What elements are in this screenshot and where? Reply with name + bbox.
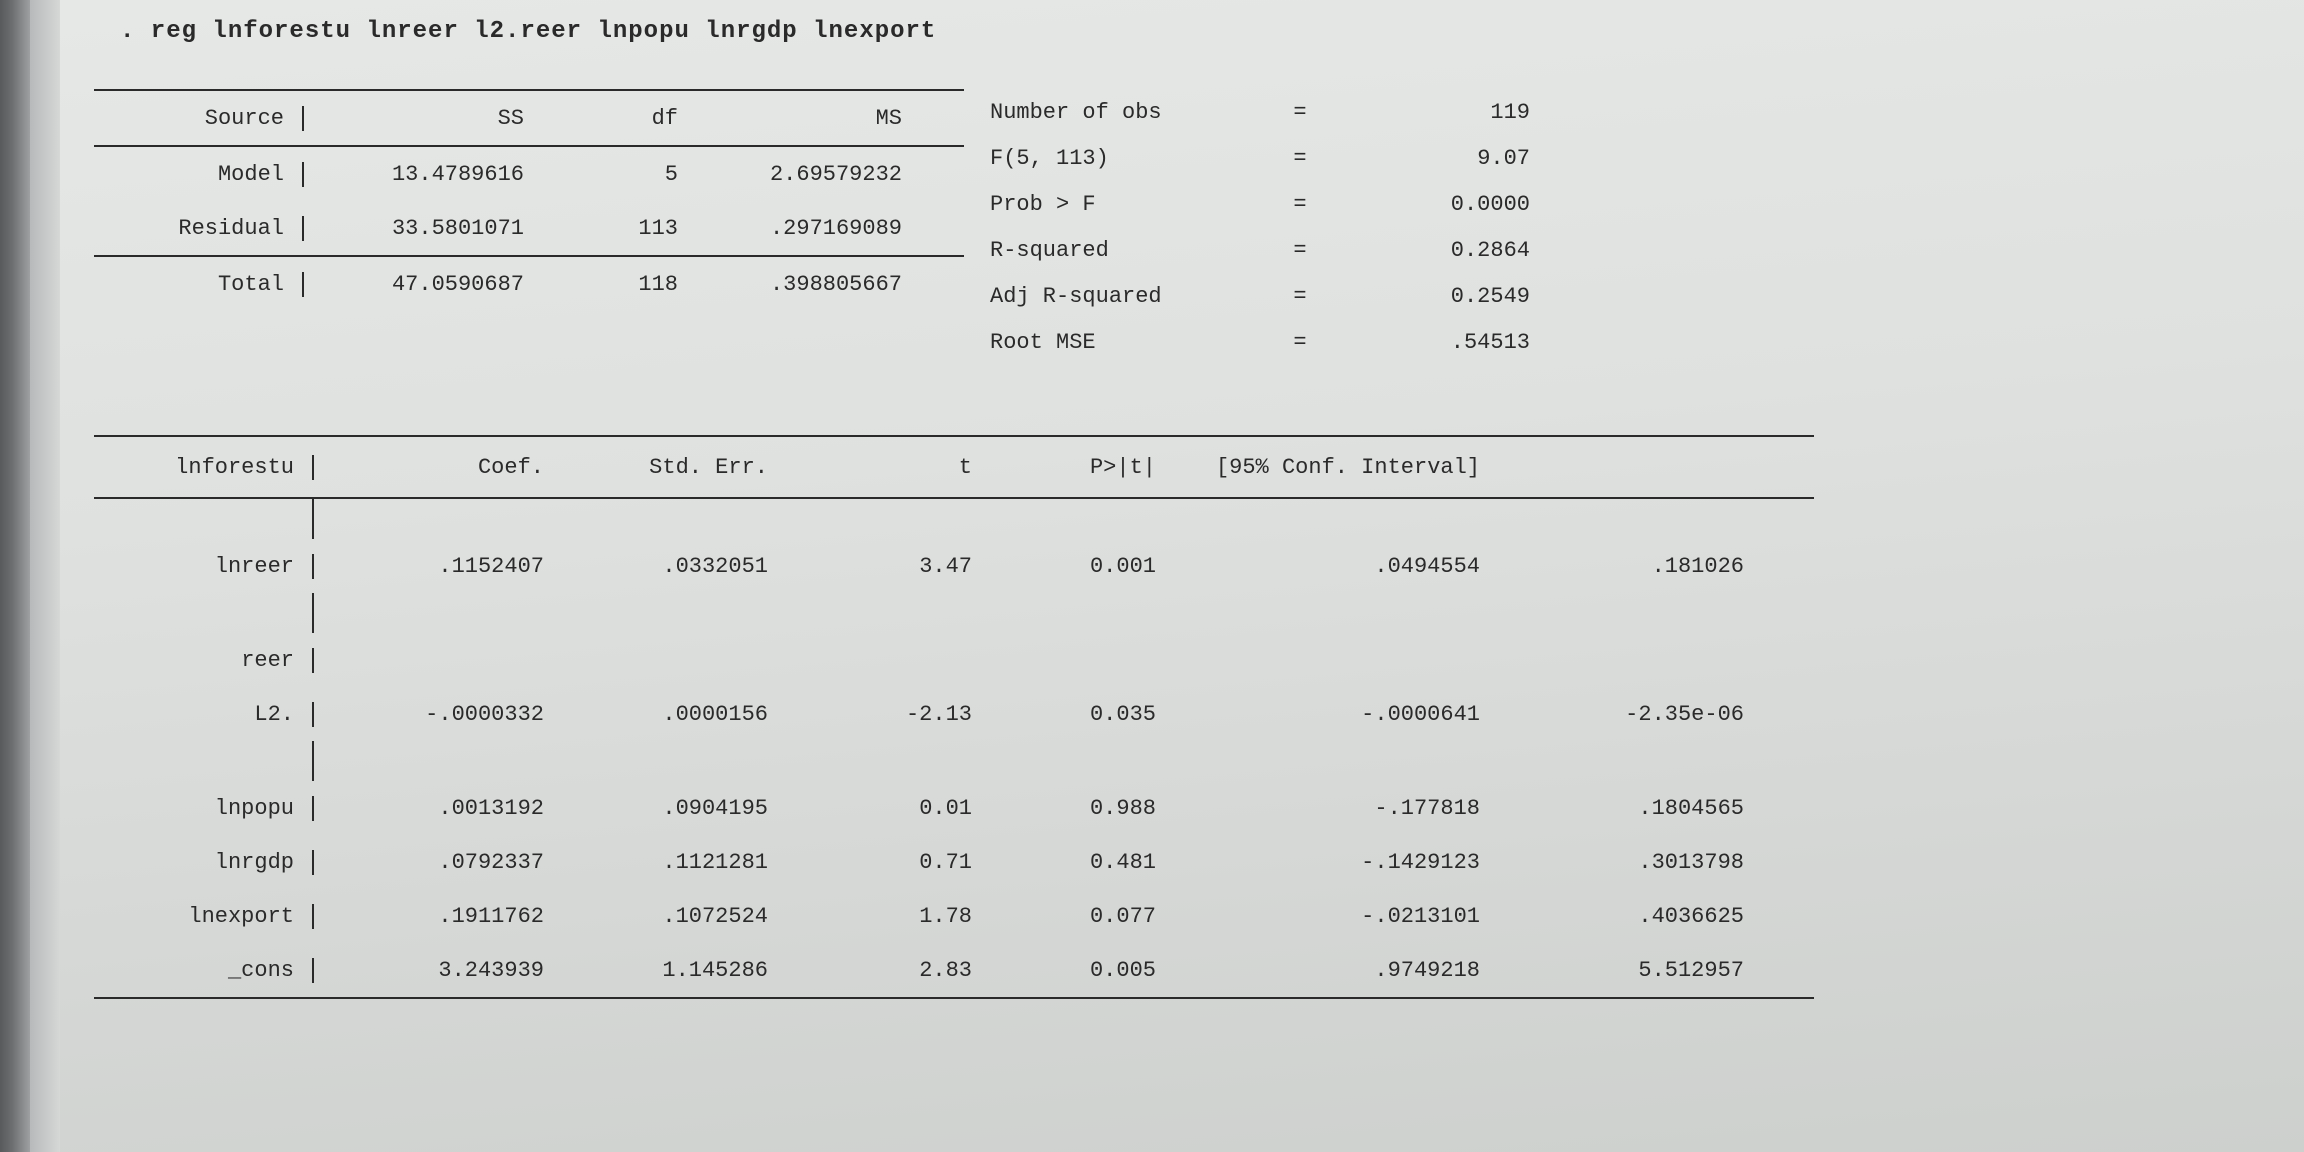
- table-row: L2. -.0000332 .0000156 -2.13 0.035 -.000…: [94, 687, 1814, 741]
- stat-r2-value: 0.2864: [1330, 238, 1536, 263]
- stat-probf-label: Prob > F: [990, 192, 1270, 217]
- coef-p: 0.005: [996, 958, 1180, 983]
- coef-val: .1911762: [314, 904, 568, 929]
- anova-row-residual-df: 113: [548, 216, 702, 241]
- anova-row-model-df: 5: [548, 162, 702, 187]
- coef-t: 3.47: [792, 554, 996, 579]
- anova-header-ss: SS: [304, 106, 548, 131]
- stat-rmse-label: Root MSE: [990, 330, 1270, 355]
- anova-row-model-label: Model: [94, 162, 304, 187]
- coef-hi: -2.35e-06: [1504, 702, 1748, 727]
- coef-val: .0013192: [314, 796, 568, 821]
- stat-adjr2-value: 0.2549: [1330, 284, 1536, 309]
- coef-lo: -.1429123: [1180, 850, 1504, 875]
- coef-hi: .3013798: [1504, 850, 1748, 875]
- coef-se: .1072524: [568, 904, 792, 929]
- coef-header-p: P>|t|: [996, 455, 1180, 480]
- coef-header-t: t: [792, 455, 996, 480]
- coef-header-coef: Coef.: [314, 455, 568, 480]
- coef-t: 2.83: [792, 958, 996, 983]
- coef-header-depvar: lnforestu: [94, 455, 314, 480]
- stat-probf-value: 0.0000: [1330, 192, 1536, 217]
- anova-row-residual-ss: 33.5801071: [304, 216, 548, 241]
- table-row: lnrgdp .0792337 .1121281 0.71 0.481 -.14…: [94, 835, 1814, 889]
- coef-var-lag: L2.: [94, 702, 314, 727]
- coef-hi: .181026: [1504, 554, 1748, 579]
- window-border: [0, 0, 30, 1152]
- stat-f-label: F(5, 113): [990, 146, 1270, 171]
- anova-row-total-ms: .398805667: [702, 272, 910, 297]
- anova-row-residual-label: Residual: [94, 216, 304, 241]
- table-row: lnexport .1911762 .1072524 1.78 0.077 -.…: [94, 889, 1814, 943]
- anova-row-model-ss: 13.4789616: [304, 162, 548, 187]
- coef-p: 0.481: [996, 850, 1180, 875]
- stat-eq: =: [1270, 100, 1330, 125]
- anova-header-ms: MS: [702, 106, 910, 131]
- stat-nobs-value: 119: [1330, 100, 1536, 125]
- coef-var: lnexport: [94, 904, 314, 929]
- anova-row-residual-ms: .297169089: [702, 216, 910, 241]
- coef-val: 3.243939: [314, 958, 568, 983]
- coef-t: 0.01: [792, 796, 996, 821]
- stat-nobs-label: Number of obs: [990, 100, 1270, 125]
- coef-header-se: Std. Err.: [568, 455, 792, 480]
- coef-header-ci: [95% Conf. Interval]: [1180, 455, 1504, 480]
- coef-p: 0.035: [996, 702, 1180, 727]
- command-line: . reg lnforestu lnreer l2.reer lnpopu ln…: [120, 18, 2284, 45]
- table-row: _cons 3.243939 1.145286 2.83 0.005 .9749…: [94, 943, 1814, 997]
- anova-header-source: Source: [94, 106, 304, 131]
- coefficient-table: lnforestu Coef. Std. Err. t P>|t| [95% C…: [94, 435, 1814, 999]
- coef-p: 0.001: [996, 554, 1180, 579]
- stat-eq: =: [1270, 192, 1330, 217]
- coef-hi: .1804565: [1504, 796, 1748, 821]
- coef-se: 1.145286: [568, 958, 792, 983]
- coef-p: 0.988: [996, 796, 1180, 821]
- stat-eq: =: [1270, 146, 1330, 171]
- stat-rmse-value: .54513: [1330, 330, 1536, 355]
- stat-eq: =: [1270, 330, 1330, 355]
- anova-row-total-ss: 47.0590687: [304, 272, 548, 297]
- coef-var-cons: _cons: [94, 958, 314, 983]
- stat-adjr2-label: Adj R-squared: [990, 284, 1270, 309]
- window-border-inner: [30, 0, 60, 1152]
- coef-lo: .9749218: [1180, 958, 1504, 983]
- coef-var: lnrgdp: [94, 850, 314, 875]
- coef-val: .0792337: [314, 850, 568, 875]
- coef-hi: 5.512957: [1504, 958, 1748, 983]
- stat-eq: =: [1270, 238, 1330, 263]
- coef-t: 0.71: [792, 850, 996, 875]
- coef-se: .0000156: [568, 702, 792, 727]
- coef-se: .1121281: [568, 850, 792, 875]
- coef-lo: -.0000641: [1180, 702, 1504, 727]
- table-row: lnreer .1152407 .0332051 3.47 0.001 .049…: [94, 539, 1814, 593]
- anova-row-total-label: Total: [94, 272, 304, 297]
- coef-hi: .4036625: [1504, 904, 1748, 929]
- anova-row-total-df: 118: [548, 272, 702, 297]
- coef-t: 1.78: [792, 904, 996, 929]
- table-row: reer: [94, 633, 1814, 687]
- coef-lo: -.177818: [1180, 796, 1504, 821]
- coef-var: lnpopu: [94, 796, 314, 821]
- coef-var-group: reer: [94, 648, 314, 673]
- stat-f-value: 9.07: [1330, 146, 1536, 171]
- coef-lo: -.0213101: [1180, 904, 1504, 929]
- stat-eq: =: [1270, 284, 1330, 309]
- stat-r2-label: R-squared: [990, 238, 1270, 263]
- coef-var: lnreer: [94, 554, 314, 579]
- anova-header-df: df: [548, 106, 702, 131]
- model-stats: Number of obs = 119 F(5, 113) = 9.07 Pro…: [990, 89, 1550, 365]
- table-row: lnpopu .0013192 .0904195 0.01 0.988 -.17…: [94, 781, 1814, 835]
- coef-p: 0.077: [996, 904, 1180, 929]
- anova-row-model-ms: 2.69579232: [702, 162, 910, 187]
- coef-val: .1152407: [314, 554, 568, 579]
- anova-table: Source SS df MS Model 13.4789616 5 2.695…: [94, 89, 964, 311]
- coef-lo: .0494554: [1180, 554, 1504, 579]
- coef-val: -.0000332: [314, 702, 568, 727]
- coef-t: -2.13: [792, 702, 996, 727]
- coef-se: .0332051: [568, 554, 792, 579]
- coef-se: .0904195: [568, 796, 792, 821]
